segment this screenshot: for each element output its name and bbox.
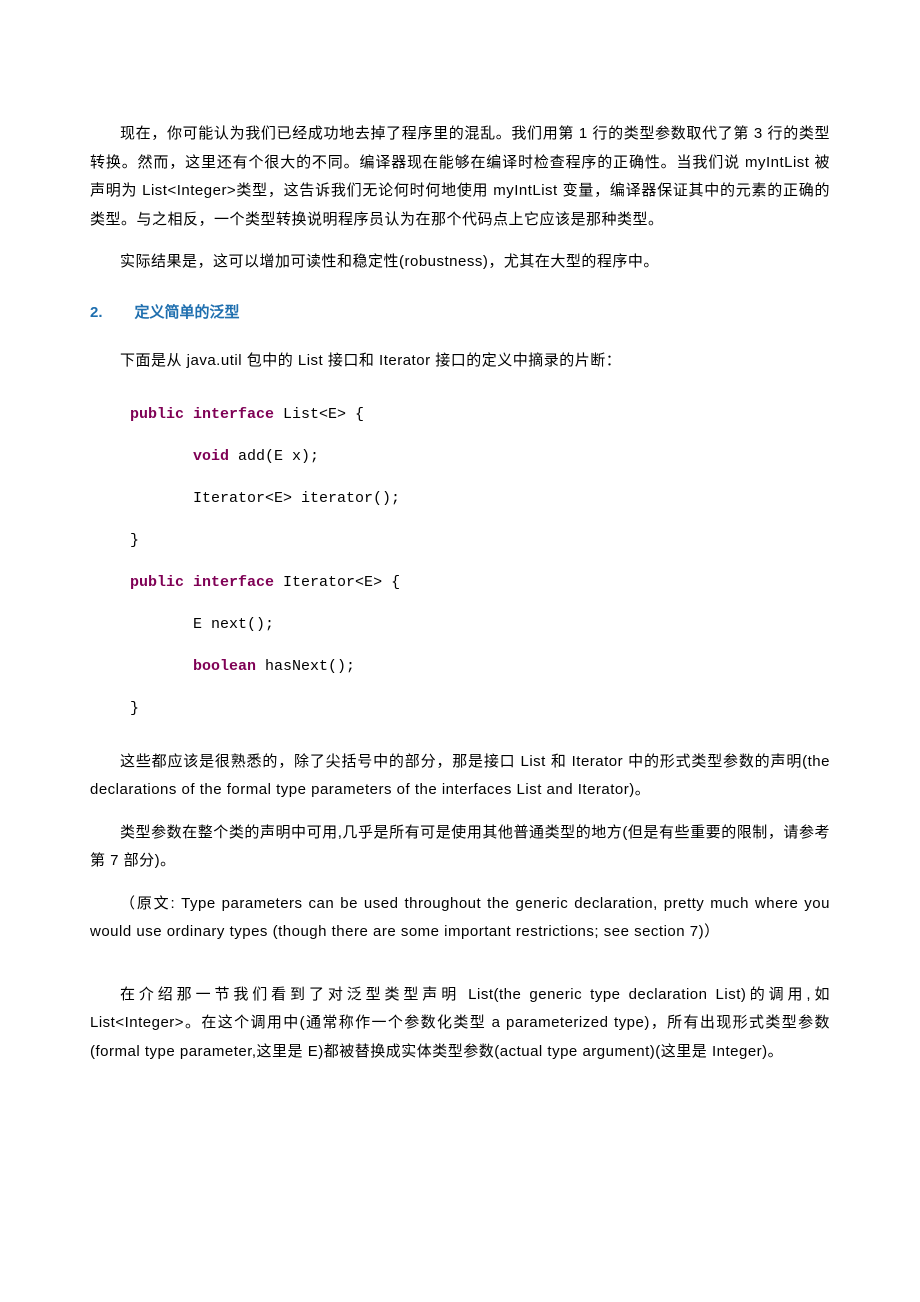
section-heading: 2. 定义简单的泛型 xyxy=(90,299,830,328)
code-iterator-method: Iterator<E> iterator(); xyxy=(193,490,400,507)
keyword-boolean: boolean xyxy=(193,658,256,675)
keyword-void: void xyxy=(193,448,229,465)
code-hasnext-method: hasNext(); xyxy=(256,658,355,675)
heading-number: 2. xyxy=(90,304,103,321)
code-iterator-decl: Iterator<E> { xyxy=(274,574,400,591)
paragraph-5: 类型参数在整个类的声明中可用,几乎是所有可是使用其他普通类型的地方(但是有些重要… xyxy=(90,819,830,876)
code-close-brace-2: } xyxy=(130,700,139,717)
paragraph-4: 这些都应该是很熟悉的，除了尖括号中的部分，那是接口 List 和 Iterato… xyxy=(90,748,830,805)
code-add-method: add(E x); xyxy=(229,448,319,465)
spacer xyxy=(90,961,830,981)
heading-title: 定义简单的泛型 xyxy=(135,304,240,321)
paragraph-7: 在介绍那一节我们看到了对泛型类型声明 List(the generic type… xyxy=(90,981,830,1067)
code-list-decl: List<E> { xyxy=(274,406,364,423)
keyword-interface: interface xyxy=(193,406,274,423)
paragraph-2: 实际结果是，这可以增加可读性和稳定性(robustness)，尤其在大型的程序中… xyxy=(90,248,830,277)
paragraph-3: 下面是从 java.util 包中的 List 接口和 Iterator 接口的… xyxy=(90,347,830,376)
code-close-brace-1: } xyxy=(130,532,139,549)
keyword-public: public xyxy=(130,406,184,423)
paragraph-1: 现在，你可能认为我们已经成功地去掉了程序里的混乱。我们用第 1 行的类型参数取代… xyxy=(90,120,830,234)
keyword-public-2: public xyxy=(130,574,184,591)
code-block-list: public interface List<E> { void add(E x)… xyxy=(130,394,830,730)
paragraph-6: （原文: Type parameters can be used through… xyxy=(90,890,830,947)
keyword-interface-2: interface xyxy=(193,574,274,591)
code-next-method: E next(); xyxy=(193,616,274,633)
